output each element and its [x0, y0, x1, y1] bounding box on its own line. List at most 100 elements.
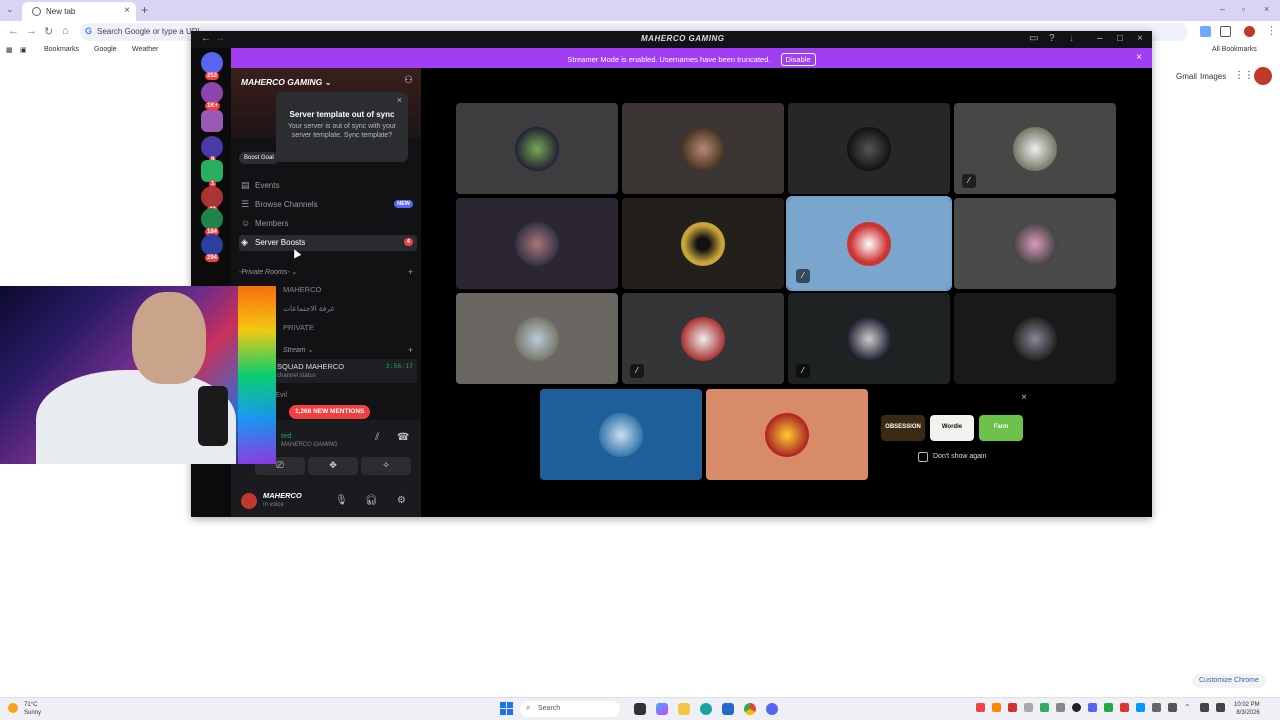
tray-app-icon[interactable]: [1056, 703, 1065, 712]
tray-app-icon[interactable]: [1136, 703, 1145, 712]
participant-tile[interactable]: ⁄: [788, 293, 950, 384]
reload-icon[interactable]: ↻: [44, 25, 53, 38]
participant-tile[interactable]: [954, 293, 1116, 384]
tray-app-icon[interactable]: [1024, 703, 1033, 712]
extensions-puzzle-icon[interactable]: [1220, 26, 1231, 37]
microphone-icon[interactable]: [1168, 703, 1177, 712]
close-tab-icon[interactable]: ×: [124, 5, 130, 16]
close-popup-icon[interactable]: ×: [397, 95, 402, 105]
forward-icon[interactable]: →: [215, 33, 225, 44]
system-clock[interactable]: 10:02 PM 8/3/2026: [1234, 701, 1260, 717]
activity-card[interactable]: OBSESSION: [881, 415, 925, 441]
server-icon[interactable]: [201, 82, 223, 104]
task-view-icon[interactable]: [634, 703, 646, 715]
tab-groups-icon[interactable]: ▣: [20, 46, 27, 54]
tray-app-icon[interactable]: [992, 703, 1001, 712]
headphones-icon[interactable]: 🎧︎: [365, 495, 378, 506]
disable-streamer-button[interactable]: Disable: [780, 53, 816, 66]
bookmark-item[interactable]: Google: [94, 46, 117, 53]
soundboard-button[interactable]: ✧: [361, 457, 411, 475]
gmail-link[interactable]: Gmail: [1176, 72, 1197, 81]
boost-goal-pill[interactable]: Boost Goal: [239, 152, 279, 164]
download-icon[interactable]: ↓: [1069, 33, 1074, 44]
noise-suppression-icon[interactable]: ⫽: [375, 432, 379, 443]
participant-tile[interactable]: [456, 103, 618, 194]
back-icon[interactable]: ←: [8, 25, 19, 37]
tray-app-icon[interactable]: [1088, 703, 1097, 712]
google-apps-icon[interactable]: ⋮⋮: [1234, 70, 1254, 81]
server-icon[interactable]: [201, 136, 223, 158]
taskbar-search[interactable]: ⌕ Search: [520, 701, 620, 717]
volume-icon[interactable]: [1216, 703, 1225, 712]
voice-member[interactable]: Evil: [275, 390, 287, 399]
apps-icon[interactable]: ▦: [6, 46, 13, 54]
discord-icon[interactable]: [766, 703, 778, 715]
forward-icon[interactable]: →: [26, 25, 37, 37]
tray-app-icon[interactable]: [1072, 703, 1081, 712]
voice-channel-item[interactable]: PRIVATE: [283, 323, 314, 332]
nav-members[interactable]: ☺ Members: [239, 216, 417, 232]
participant-tile[interactable]: ⁄: [622, 293, 784, 384]
server-icon[interactable]: [201, 160, 223, 182]
close-activities-icon[interactable]: ×: [1021, 392, 1027, 403]
new-tab-button[interactable]: +: [141, 3, 148, 17]
inbox-icon[interactable]: ▭: [1029, 33, 1038, 44]
voice-channel-item[interactable]: غرفة الاجتماعات: [283, 304, 334, 313]
add-channel-icon[interactable]: +: [408, 267, 413, 277]
voice-channel-squad[interactable]: SQUAD MAHERCO channel status 3:56:17: [275, 359, 417, 383]
wifi-icon[interactable]: [1200, 703, 1209, 712]
participant-tile[interactable]: [456, 293, 618, 384]
server-icon[interactable]: [201, 234, 223, 256]
back-icon[interactable]: ←: [201, 33, 211, 44]
close-banner-icon[interactable]: ×: [1136, 52, 1142, 63]
server-icon[interactable]: [201, 110, 223, 132]
nav-events[interactable]: ▤ Events: [239, 178, 417, 194]
start-button[interactable]: [500, 702, 514, 716]
close-window-icon[interactable]: ×: [1264, 4, 1269, 14]
tab-new-tab[interactable]: New tab ×: [22, 2, 136, 21]
direct-messages-icon[interactable]: [201, 52, 223, 74]
tray-app-icon[interactable]: [976, 703, 985, 712]
popup-body[interactable]: Your server is out of sync with your ser…: [282, 122, 402, 140]
images-link[interactable]: Images: [1200, 72, 1226, 81]
disconnect-icon[interactable]: ☎: [397, 432, 409, 443]
nav-server-boosts[interactable]: ◈ Server Boosts 4: [239, 235, 417, 251]
close-icon[interactable]: ×: [1137, 33, 1143, 44]
maximize-icon[interactable]: □: [1117, 33, 1123, 44]
activities-button[interactable]: ✥: [308, 457, 358, 475]
participant-tile[interactable]: [540, 389, 702, 480]
new-mentions-pill[interactable]: 1,268 NEW MENTIONS: [289, 405, 371, 419]
help-icon[interactable]: ?: [1049, 33, 1055, 44]
tray-app-icon[interactable]: [1120, 703, 1129, 712]
dont-show-again-checkbox[interactable]: [918, 452, 928, 462]
weather-widget[interactable]: 71°C Sunny: [8, 701, 41, 717]
server-icon[interactable]: [201, 186, 223, 208]
category-stream[interactable]: Stream ⌄ +: [283, 345, 417, 355]
participant-tile[interactable]: [954, 198, 1116, 289]
google-account-avatar[interactable]: [1254, 67, 1272, 85]
tab-search-icon[interactable]: ⌄: [6, 4, 14, 15]
nav-browse-channels[interactable]: ☰ Browse Channels NEW: [239, 197, 417, 213]
tray-app-icon[interactable]: [1152, 703, 1161, 712]
chrome-menu-icon[interactable]: ⋮: [1266, 24, 1277, 37]
server-icon[interactable]: [201, 208, 223, 230]
home-icon[interactable]: ⌂: [62, 25, 69, 37]
chevron-up-icon[interactable]: ⌃: [1184, 703, 1193, 712]
participant-tile[interactable]: [622, 198, 784, 289]
minimize-icon[interactable]: –: [1220, 4, 1225, 14]
maximize-icon[interactable]: ▫: [1242, 4, 1245, 14]
participant-tile[interactable]: [456, 198, 618, 289]
minimize-icon[interactable]: –: [1097, 33, 1103, 44]
tray-app-icon[interactable]: [1104, 703, 1113, 712]
participant-tile[interactable]: [788, 103, 950, 194]
settings-gear-icon[interactable]: ⚙: [397, 495, 406, 506]
file-explorer-icon[interactable]: [678, 703, 690, 715]
activity-card[interactable]: Wordle: [930, 415, 974, 441]
profile-avatar[interactable]: [1244, 26, 1255, 37]
tray-app-icon[interactable]: [1040, 703, 1049, 712]
chrome-icon[interactable]: [744, 703, 756, 715]
customize-chrome-button[interactable]: Customize Chrome: [1192, 674, 1266, 688]
participant-tile[interactable]: ⁄: [954, 103, 1116, 194]
activity-card[interactable]: Farm: [979, 415, 1023, 441]
voice-channel-item[interactable]: MAHERCO: [283, 285, 321, 294]
